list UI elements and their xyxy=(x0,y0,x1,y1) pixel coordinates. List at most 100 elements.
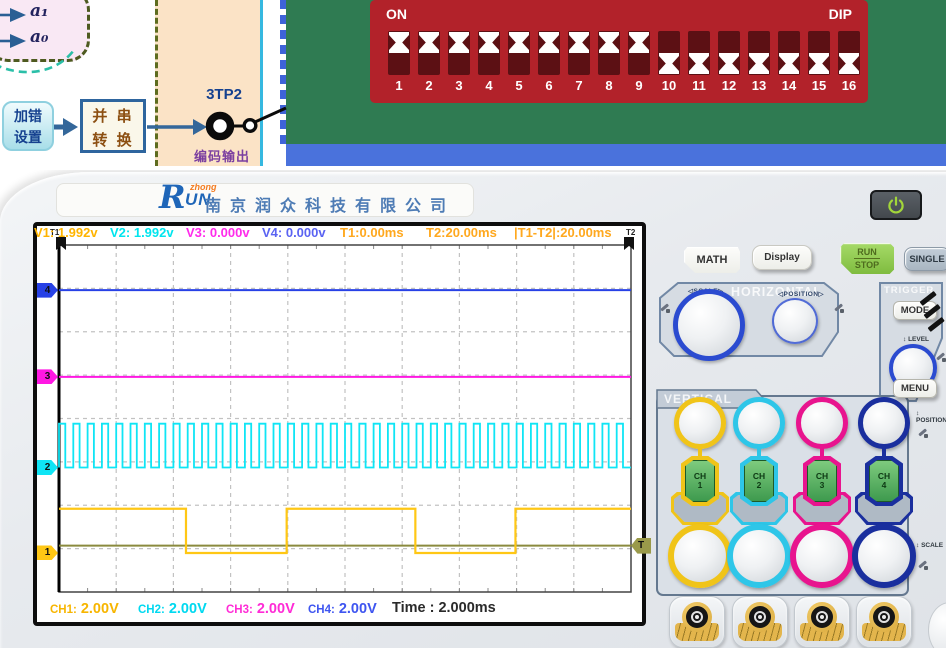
dip-switch-6[interactable] xyxy=(538,31,560,75)
converter-line2: 转 换 xyxy=(83,128,143,152)
trigger-menu-button[interactable]: MENU xyxy=(893,379,937,398)
dip-switch-9[interactable] xyxy=(628,31,650,75)
channel-readout-label: CH3: xyxy=(226,604,253,616)
bnc-center-pin xyxy=(882,615,886,619)
dip-switch-number: 4 xyxy=(473,78,505,93)
measurement-3: V4: 0.000v xyxy=(262,225,326,240)
ch2-button[interactable]: CH2 xyxy=(740,456,778,506)
error-setting-button[interactable]: 加错 设置 xyxy=(2,101,54,151)
dip-switch-slider[interactable] xyxy=(389,32,409,53)
ch2-position-knob[interactable] xyxy=(733,397,785,449)
dip-switch-number: 11 xyxy=(683,78,715,93)
company-name: 南京润众科技有限公司 xyxy=(205,192,455,216)
dip-switch-16[interactable] xyxy=(838,31,860,75)
dip-switch-slider[interactable] xyxy=(839,53,859,74)
dip-switch-slider[interactable] xyxy=(599,32,619,53)
ch3-bnc-connector[interactable] xyxy=(794,596,850,648)
vertical-position-label: ↕ POSITION xyxy=(916,410,946,424)
channel-readout-label: CH2: xyxy=(138,604,165,616)
ch4-position-knob[interactable] xyxy=(858,397,910,449)
display-button[interactable]: Display xyxy=(752,245,812,270)
ch4-bnc-connector[interactable] xyxy=(856,596,912,648)
dip-switch-slider[interactable] xyxy=(479,32,499,53)
parallel-serial-converter-box: 并 串 转 换 xyxy=(80,99,146,153)
dip-switch-number: 9 xyxy=(623,78,655,93)
channel-readout-label: CH1: xyxy=(50,604,77,616)
horizontal-scale-knob[interactable] xyxy=(673,289,745,361)
ch3-button[interactable]: CH3 xyxy=(803,456,841,506)
bnc-center-pin xyxy=(695,615,699,619)
measurement-6: |T1-T2|:20.00ms xyxy=(514,225,612,240)
dip-switch-12[interactable] xyxy=(718,31,740,75)
ch1-position-knob[interactable] xyxy=(674,397,726,449)
dip-switch-slider[interactable] xyxy=(449,32,469,53)
dip-switch-slider[interactable] xyxy=(419,32,439,53)
dip-switch-5[interactable] xyxy=(508,31,530,75)
converter-line1: 并 串 xyxy=(83,104,143,128)
run-stop-divider xyxy=(854,258,880,259)
dip-switch-slider[interactable] xyxy=(809,53,829,74)
channel-readout-label: CH4: xyxy=(308,604,335,616)
dip-switch-slider[interactable] xyxy=(719,53,739,74)
virtual-lab-screen: R UN zhong 南京润众科技有限公司 T1 T2 Time : 2.000… xyxy=(0,0,946,648)
ch3-scale-knob[interactable] xyxy=(790,524,854,588)
dip-switch-number: 5 xyxy=(503,78,535,93)
ch2-bnc-connector[interactable] xyxy=(732,596,788,648)
horizontal-position-knob[interactable] xyxy=(772,298,818,344)
ch1-button[interactable]: CH1 xyxy=(681,456,719,506)
board-bottom-bar xyxy=(286,144,946,166)
measurement-2: V3: 0.000v xyxy=(186,225,250,240)
ch-button-number: 4 xyxy=(882,481,887,490)
single-button[interactable]: SINGLE xyxy=(904,247,946,271)
dip-switch-slider[interactable] xyxy=(779,53,799,74)
horizontal-position-label: ◁POSITION▷ xyxy=(778,290,824,298)
dip-switch-slider[interactable] xyxy=(509,32,529,53)
dip-switch-number: 15 xyxy=(803,78,835,93)
ch3-position-knob[interactable] xyxy=(796,397,848,449)
run-stop-button[interactable]: RUN STOP xyxy=(840,243,894,274)
dip-switch-14[interactable] xyxy=(778,31,800,75)
dip-switch-number: 3 xyxy=(443,78,475,93)
dip-switch-13[interactable] xyxy=(748,31,770,75)
dip-switch-8[interactable] xyxy=(598,31,620,75)
dip-switch-number: 6 xyxy=(533,78,565,93)
trigger-title: TRIGGER xyxy=(884,285,934,296)
channel-readout-value: 2.00V xyxy=(169,601,207,617)
signal-a1-label: a₁ xyxy=(30,1,48,21)
dip-switch-3[interactable] xyxy=(448,31,470,75)
dip-switch-11[interactable] xyxy=(688,31,710,75)
dip-switch-number: 14 xyxy=(773,78,805,93)
dip-switch-slider[interactable] xyxy=(629,32,649,53)
ch1-button-face: CH1 xyxy=(685,460,715,502)
error-setting-line2: 设置 xyxy=(4,127,52,148)
dip-switch-2[interactable] xyxy=(418,31,440,75)
dip-switch-slider[interactable] xyxy=(539,32,559,53)
ch-button-number: 1 xyxy=(698,481,703,490)
ch1-scale-knob[interactable] xyxy=(668,524,732,588)
dip-switch-slider[interactable] xyxy=(569,32,589,53)
screwdriver-icon xyxy=(936,352,946,362)
channel-readout-value: 2.00V xyxy=(257,601,295,617)
dip-switch-4[interactable] xyxy=(478,31,500,75)
dip-switch-slider[interactable] xyxy=(659,53,679,74)
dip-switch-slider[interactable] xyxy=(689,53,709,74)
dip-switch-1[interactable] xyxy=(388,31,410,75)
channel-readout-value: 2.00V xyxy=(339,601,377,617)
dip-switch-15[interactable] xyxy=(808,31,830,75)
power-button[interactable] xyxy=(870,190,922,220)
dip-switch-10[interactable] xyxy=(658,31,680,75)
ch1-bnc-connector[interactable] xyxy=(669,596,725,648)
dip-switch-number: 10 xyxy=(653,78,685,93)
dip-switch-number: 1 xyxy=(383,78,415,93)
ch2-scale-knob[interactable] xyxy=(727,524,791,588)
math-button[interactable]: MATH xyxy=(684,247,740,273)
dip-switch-slider[interactable] xyxy=(749,53,769,74)
dip-switch-number: 7 xyxy=(563,78,595,93)
ch4-scale-knob[interactable] xyxy=(852,524,916,588)
dip-switch-7[interactable] xyxy=(568,31,590,75)
stop-label: STOP xyxy=(855,260,879,270)
ch4-button[interactable]: CH4 xyxy=(865,456,903,506)
scope-screen xyxy=(33,222,646,626)
dip-dip-label: DIP xyxy=(829,6,852,22)
signal-a0-label: a₀ xyxy=(30,27,48,47)
